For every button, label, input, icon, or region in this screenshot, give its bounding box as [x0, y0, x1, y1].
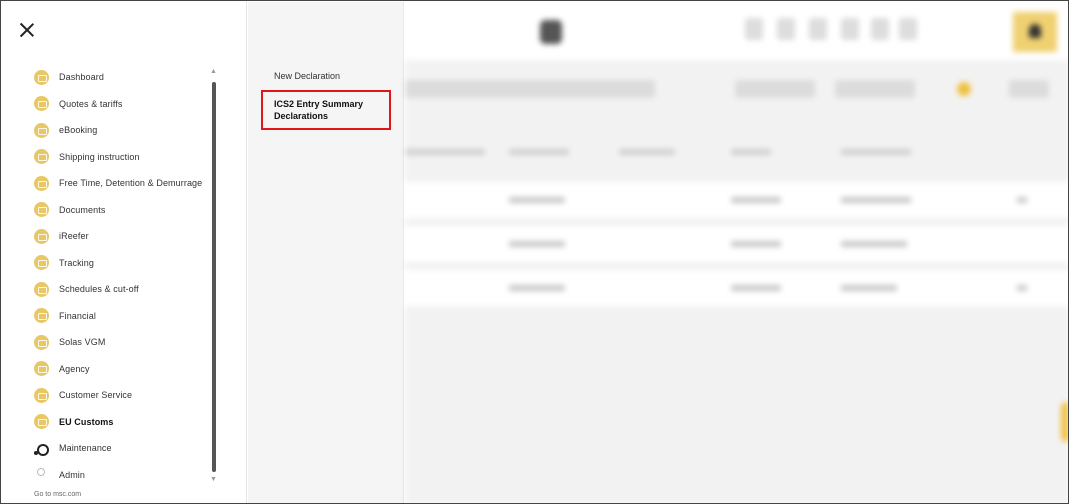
nav-item-maintenance[interactable]: Maintenance	[34, 435, 204, 462]
nav-item-label: Schedules & cut-off	[59, 284, 139, 295]
nav-item-label: Dashboard	[59, 72, 104, 83]
nav-item-label: Customer Service	[59, 390, 133, 401]
bg-col-header	[509, 149, 569, 155]
eu-customs-submenu: New Declaration ICS2 Entry Summary Decla…	[248, 2, 404, 503]
nav-item-label: Quotes & tariffs	[59, 98, 123, 109]
bg-toolbar-icon	[841, 18, 859, 40]
bg-filter	[735, 80, 815, 98]
solas-vgm-icon	[34, 334, 49, 350]
nav-item-label: Tracking	[59, 257, 94, 268]
bg-cell	[509, 285, 565, 291]
schedules-icon	[34, 281, 49, 297]
bg-header	[405, 2, 1068, 60]
bg-cell	[509, 241, 565, 247]
nav-item-label: Maintenance	[59, 443, 112, 454]
nav-item-label: Agency	[59, 363, 90, 374]
nav-item-tracking[interactable]: Tracking	[34, 250, 204, 277]
nav-item-quotes-tariffs[interactable]: Quotes & tariffs	[34, 91, 204, 118]
nav-item-label: eBooking	[59, 125, 98, 136]
nav-item-financial[interactable]: Financial	[34, 303, 204, 330]
gear-icon	[34, 441, 49, 456]
nav-scrollbar[interactable]	[212, 82, 216, 472]
nav-item-label: Solas VGM	[59, 337, 106, 348]
nav-menu-list: Dashboard Quotes & tariffs eBooking Ship…	[34, 64, 204, 488]
bg-col-header	[841, 149, 911, 155]
bg-table-row	[405, 270, 1068, 306]
navigation-drawer: Dashboard Quotes & tariffs eBooking Ship…	[2, 2, 247, 503]
scroll-down-icon[interactable]: ▼	[210, 476, 217, 483]
bg-table-row	[405, 182, 1068, 218]
bg-cell	[1017, 197, 1027, 203]
nav-item-label: Free Time, Detention & Demurrage	[59, 178, 203, 189]
nav-item-label: Admin	[59, 469, 86, 480]
bg-table-row	[405, 226, 1068, 262]
bg-filter	[405, 80, 655, 98]
bg-col-header	[619, 149, 675, 155]
highlight-box	[261, 90, 391, 130]
bg-toolbar-icon	[777, 18, 795, 40]
bg-toolbar-icon	[745, 18, 763, 40]
bg-filter-dot	[957, 82, 971, 96]
nav-item-solas-vgm[interactable]: Solas VGM	[34, 329, 204, 356]
bg-cell	[841, 241, 907, 247]
nav-item-customer-service[interactable]: Customer Service	[34, 382, 204, 409]
tracking-icon	[34, 255, 49, 271]
bg-cell	[509, 197, 565, 203]
app-window: Dashboard Quotes & tariffs eBooking Ship…	[0, 0, 1069, 504]
nav-item-schedules[interactable]: Schedules & cut-off	[34, 276, 204, 303]
quotes-icon	[34, 96, 49, 112]
bg-filter	[1009, 80, 1049, 98]
nav-item-eu-customs[interactable]: EU Customs	[34, 409, 204, 436]
eu-customs-icon	[34, 414, 49, 430]
bg-toolbar-icon	[871, 18, 889, 40]
bg-cell	[731, 197, 781, 203]
logo-icon	[540, 20, 562, 44]
nav-item-label: EU Customs	[59, 416, 114, 427]
nav-item-agency[interactable]: Agency	[34, 356, 204, 383]
nav-item-dashboard[interactable]: Dashboard	[34, 64, 204, 91]
bg-filter	[835, 80, 915, 98]
bg-cell	[841, 285, 897, 291]
nav-item-label: iReefer	[59, 231, 89, 242]
bg-cell	[1017, 285, 1027, 291]
go-to-msc-link[interactable]: Go to msc.com	[34, 491, 81, 498]
close-icon[interactable]	[16, 20, 38, 42]
customer-service-icon	[34, 387, 49, 403]
bg-col-header	[731, 149, 771, 155]
dashboard-icon	[34, 69, 49, 85]
nav-item-ebooking[interactable]: eBooking	[34, 117, 204, 144]
shipping-instruction-icon	[34, 149, 49, 165]
nav-item-label: Financial	[59, 310, 96, 321]
nav-item-shipping-instruction[interactable]: Shipping instruction	[34, 144, 204, 171]
admin-icon	[34, 467, 49, 482]
bg-toolbar-icon	[899, 18, 917, 40]
agency-icon	[34, 361, 49, 377]
bg-cell	[731, 285, 781, 291]
nav-item-label: Shipping instruction	[59, 151, 140, 162]
ireefer-icon	[34, 228, 49, 244]
ebooking-icon	[34, 122, 49, 138]
nav-item-admin[interactable]: Admin	[34, 462, 204, 489]
financial-icon	[34, 308, 49, 324]
documents-icon	[34, 202, 49, 218]
submenu-new-declaration[interactable]: New Declaration	[274, 71, 340, 81]
bg-toolbar-icon	[809, 18, 827, 40]
scroll-up-icon[interactable]: ▲	[210, 68, 217, 75]
bell-icon	[1013, 12, 1057, 52]
bg-cell	[841, 197, 911, 203]
nav-item-label: Documents	[59, 204, 106, 215]
bg-col-header	[405, 149, 485, 155]
bg-cell	[731, 241, 781, 247]
blurred-background-app	[405, 2, 1068, 503]
nav-item-documents[interactable]: Documents	[34, 197, 204, 224]
bg-side-tab	[1061, 402, 1068, 442]
nav-item-free-time[interactable]: Free Time, Detention & Demurrage	[34, 170, 204, 197]
free-time-icon	[34, 175, 49, 191]
nav-item-ireefer[interactable]: iReefer	[34, 223, 204, 250]
